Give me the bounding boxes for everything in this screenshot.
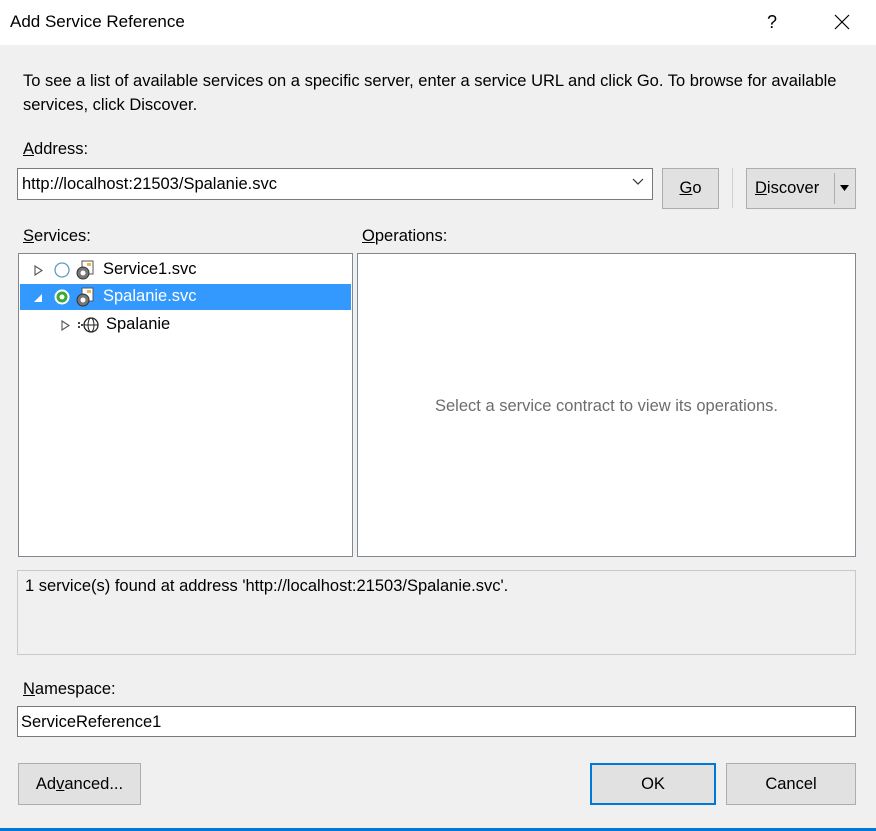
tree-item-label: Service1.svc [103,260,197,278]
advanced-button[interactable]: Advanced... [18,763,141,805]
expand-arrow-icon[interactable] [61,320,70,331]
address-value: http://localhost:21503/Spalanie.svc [22,175,278,193]
address-label: Address: [23,140,89,158]
address-combobox[interactable]: http://localhost:21503/Spalanie.svc [17,168,653,200]
operations-list[interactable]: Select a service contract to view its op… [357,253,856,557]
help-button[interactable]: ? [754,5,790,39]
expand-arrow-icon[interactable] [34,265,43,276]
service-file-icon [76,287,94,307]
contract-globe-icon [78,317,99,333]
status-box: 1 service(s) found at address 'http://lo… [17,570,856,655]
namespace-value: ServiceReference1 [21,713,162,731]
status-message: 1 service(s) found at address 'http://lo… [25,577,509,595]
cancel-button[interactable]: Cancel [726,763,856,805]
services-tree[interactable]: Service1.svc Spalanie.svc Spalanie [18,253,353,557]
chevron-down-icon[interactable] [632,178,644,186]
ok-button[interactable]: OK [590,763,716,805]
collapse-arrow-icon[interactable] [33,293,43,303]
instructions-text: To see a list of available services on a… [23,72,837,114]
close-icon [834,14,850,30]
go-button[interactable]: Go [662,168,719,209]
tree-item-label: Spalanie [106,315,171,333]
toolbar-separator [732,168,733,208]
close-button[interactable] [822,5,862,39]
split-divider [834,173,835,204]
discover-button[interactable]: Discover [746,168,856,209]
help-icon: ? [766,11,777,32]
tree-item-service1[interactable]: Service1.svc [20,257,351,283]
namespace-input[interactable]: ServiceReference1 [17,706,856,737]
tree-item-spalanie-svc[interactable]: Spalanie.svc [20,284,351,310]
namespace-label: Namespace: [23,680,116,698]
service-status-icon [54,289,70,305]
service-status-icon [54,262,70,278]
operations-label: Operations: [362,227,448,245]
operations-placeholder: Select a service contract to view its op… [435,397,778,415]
window-title: Add Service Reference [10,12,185,31]
service-file-icon [76,260,94,280]
tree-item-spalanie-contract[interactable]: Spalanie [20,312,351,338]
services-label: Services: [23,227,91,245]
tree-item-label: Spalanie.svc [103,287,197,305]
dropdown-arrow-icon[interactable] [840,185,849,191]
